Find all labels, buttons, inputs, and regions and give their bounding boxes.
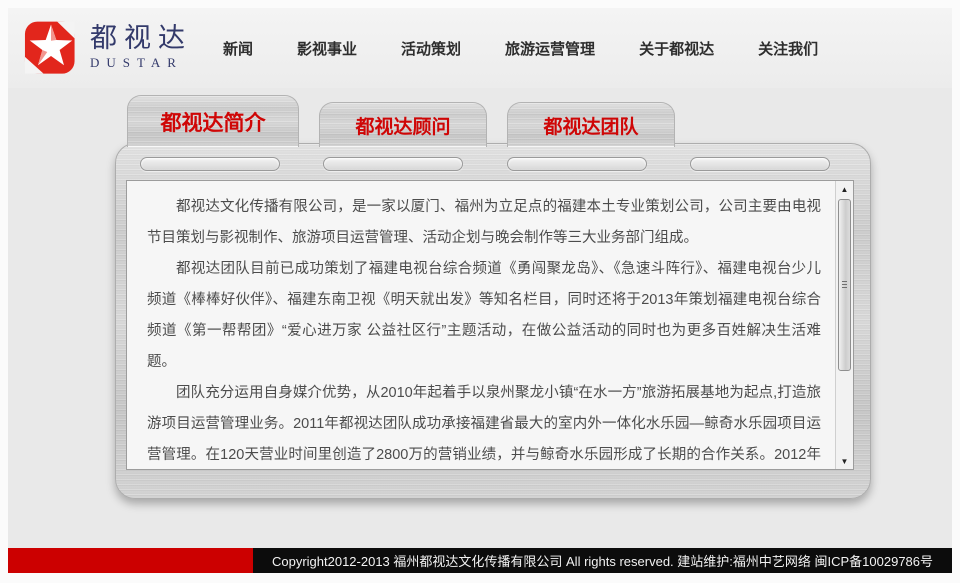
vent-slot [507, 157, 647, 171]
logo[interactable]: 都视达 DUSTAR [20, 16, 192, 78]
vertical-scrollbar[interactable]: ▲ ▼ [835, 181, 853, 469]
page: 都视达 DUSTAR 新闻 影视事业 活动策划 旅游运营管理 关于都视达 关注我… [0, 0, 960, 583]
vent-slot [323, 157, 463, 171]
logo-title: 都视达 [90, 23, 192, 53]
intro-paragraph: 都视达文化传播有限公司，是一家以厦门、福州为立足点的福建本土专业策划公司，公司主… [147, 192, 821, 254]
footer-bar: Copyright2012-2013 福州都视达文化传播有限公司 All rig… [253, 548, 952, 573]
footer: Copyright2012-2013 福州都视达文化传播有限公司 All rig… [8, 548, 952, 573]
nav-item-event-planning[interactable]: 活动策划 [401, 38, 461, 59]
nav-item-film-tv[interactable]: 影视事业 [297, 38, 357, 59]
scroll-up-icon[interactable]: ▲ [836, 181, 853, 197]
star-logo-icon [20, 16, 82, 78]
intro-paragraph: 都视达团队目前已成功策划了福建电视台综合频道《勇闯聚龙岛》、《急速斗阵行》、福建… [147, 254, 821, 378]
tab-bar: 都视达简介 都视达顾问 都视达团队 [127, 95, 675, 147]
intro-paragraph: 团队充分运用自身媒介优势，从2010年起着手以泉州聚龙小镇“在水一方”旅游拓展基… [147, 378, 821, 469]
site-wrapper: 都视达 DUSTAR 新闻 影视事业 活动策划 旅游运营管理 关于都视达 关注我… [8, 8, 952, 573]
tab-company-intro[interactable]: 都视达简介 [127, 95, 299, 147]
main-nav: 新闻 影视事业 活动策划 旅游运营管理 关于都视达 关注我们 [223, 8, 818, 88]
logo-subtitle: DUSTAR [90, 55, 192, 71]
nav-item-follow-us[interactable]: 关注我们 [758, 38, 818, 59]
scroll-down-icon[interactable]: ▼ [836, 453, 853, 469]
vent-row [140, 157, 830, 171]
vent-slot [690, 157, 830, 171]
scrollbar-grip-icon [842, 281, 847, 290]
nav-item-news[interactable]: 新闻 [223, 38, 253, 59]
logo-text: 都视达 DUSTAR [90, 23, 192, 71]
footer-red-block [8, 548, 253, 573]
content-panel: 都视达文化传播有限公司，是一家以厦门、福州为立足点的福建本土专业策划公司，公司主… [115, 143, 871, 499]
tab-team[interactable]: 都视达团队 [507, 102, 675, 147]
nav-item-tourism-management[interactable]: 旅游运营管理 [505, 38, 595, 59]
tab-consultants[interactable]: 都视达顾问 [319, 102, 487, 147]
header: 都视达 DUSTAR 新闻 影视事业 活动策划 旅游运营管理 关于都视达 关注我… [8, 8, 952, 88]
vent-slot [140, 157, 280, 171]
copyright-text: Copyright2012-2013 福州都视达文化传播有限公司 All rig… [272, 551, 933, 570]
main-area: 都视达简介 都视达顾问 都视达团队 都视达文化传播有限公司，是一家以厦门、福州为… [8, 88, 952, 548]
scrollbar-thumb[interactable] [838, 199, 851, 371]
nav-item-about[interactable]: 关于都视达 [639, 38, 714, 59]
company-intro-text: 都视达文化传播有限公司，是一家以厦门、福州为立足点的福建本土专业策划公司，公司主… [127, 181, 835, 469]
content-box: 都视达文化传播有限公司，是一家以厦门、福州为立足点的福建本土专业策划公司，公司主… [126, 180, 854, 470]
